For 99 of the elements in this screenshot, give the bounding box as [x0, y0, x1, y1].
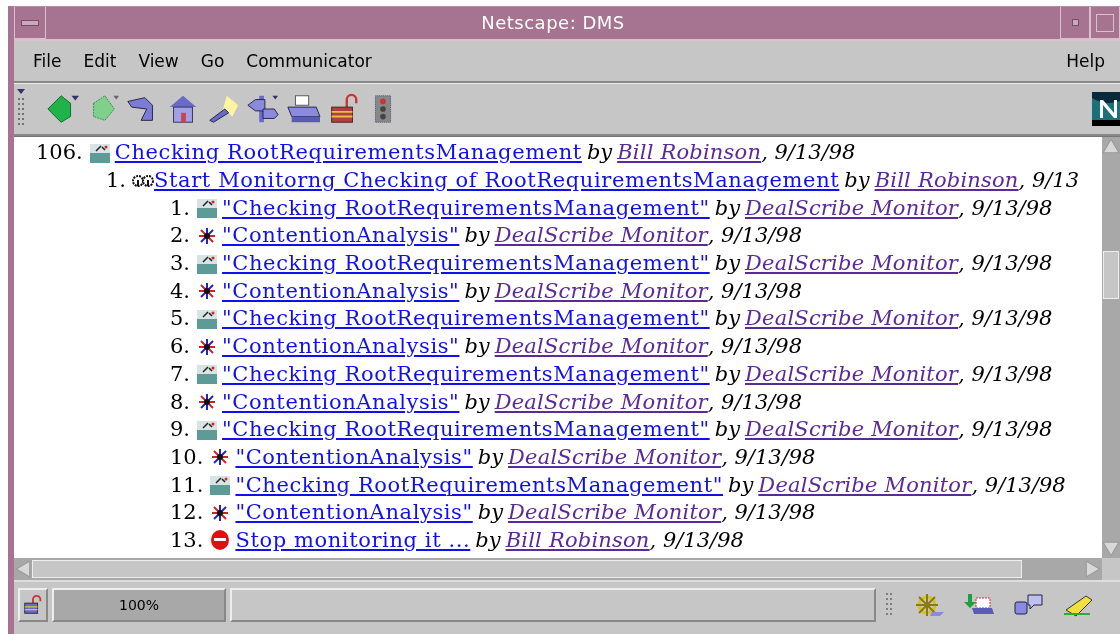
author-link[interactable]: Bill Robinson	[505, 526, 650, 554]
by-label: by	[714, 194, 740, 222]
item-number: 9.	[170, 416, 191, 444]
item-number: 3.	[170, 250, 191, 278]
by-label: by	[464, 277, 490, 305]
message-link[interactable]: "Checking RootRequirementsManagement"	[222, 194, 710, 222]
item-number: 5.	[170, 305, 191, 333]
by-label: by	[477, 443, 504, 471]
item-number: 1.	[170, 194, 191, 222]
author-link[interactable]: DealScribe Monitor	[508, 499, 722, 527]
message-date: , 9/13/98	[958, 194, 1053, 222]
author-link[interactable]: DealScribe Monitor	[494, 388, 708, 416]
by-label: by	[844, 167, 870, 195]
author-link[interactable]: DealScribe Monitor	[494, 333, 708, 361]
message-link[interactable]: Checking RootRequirementsManagement	[114, 139, 582, 167]
item-number: 2.	[170, 222, 191, 250]
item-number: 11.	[170, 471, 204, 499]
message-date: , 9/13/98	[958, 360, 1053, 388]
item-number: 8.	[170, 388, 191, 416]
item-number: 6.	[170, 333, 191, 361]
padlock-icon	[22, 594, 44, 616]
security-button[interactable]	[18, 588, 48, 622]
author-link[interactable]: DealScribe Monitor	[494, 222, 708, 250]
message-date: , 9/13/98	[958, 416, 1053, 444]
message-date: , 9/13/98	[971, 471, 1066, 499]
menu-item[interactable]: Help	[1055, 51, 1116, 71]
message-link[interactable]: "Checking RootRequirementsManagement"	[235, 471, 724, 499]
author-link[interactable]: DealScribe Monitor	[508, 443, 722, 471]
window-menu-button[interactable]	[14, 7, 46, 39]
author-link[interactable]: Bill Robinson	[874, 167, 1019, 195]
message-date: , 9/13/98	[721, 499, 816, 527]
author-link[interactable]: DealScribe Monitor	[745, 360, 959, 388]
scroll-thumb[interactable]	[1103, 251, 1119, 299]
author-link[interactable]: DealScribe Monitor	[745, 250, 959, 278]
item-number: 4.	[170, 277, 191, 305]
message-link[interactable]: "ContentionAnalysis"	[222, 222, 460, 250]
by-label: by	[714, 416, 740, 444]
netscape-logo[interactable]	[1092, 92, 1120, 126]
by-label: by	[728, 471, 754, 499]
menu-item[interactable]: Go	[189, 51, 236, 71]
gauge-icon	[196, 363, 219, 386]
item-number: 1.	[106, 167, 127, 195]
message-link[interactable]: "Checking RootRequirementsManagement"	[222, 250, 710, 278]
message-link[interactable]: "ContentionAnalysis"	[222, 388, 460, 416]
message-link[interactable]: "ContentionAnalysis"	[222, 333, 460, 361]
by-label: by	[475, 526, 501, 554]
minimize-button[interactable]	[1060, 7, 1090, 39]
by-label: by	[714, 360, 740, 388]
by-label: by	[464, 388, 490, 416]
scroll-thumb[interactable]	[32, 560, 1022, 578]
message-link[interactable]: "Checking RootRequirementsManagement"	[222, 360, 710, 388]
author-link[interactable]: DealScribe Monitor	[745, 194, 959, 222]
by-label: by	[714, 250, 740, 278]
horizontal-scrollbar[interactable]	[14, 558, 1120, 580]
message-date: , 9/13/98	[721, 443, 816, 471]
menu-item[interactable]: Communicator	[235, 51, 383, 71]
by-label: by	[714, 305, 740, 333]
item-number: 106.	[36, 139, 83, 167]
message-link[interactable]: "ContentionAnalysis"	[235, 499, 473, 527]
message-date: , 9/13/98	[649, 526, 744, 554]
message-date: , 9/13/98	[958, 250, 1053, 278]
window-title: Netscape: DMS	[480, 11, 626, 35]
stop-icon	[209, 529, 232, 552]
message-link[interactable]: "Checking RootRequirementsManagement"	[222, 305, 710, 333]
menu-item[interactable]: File	[22, 51, 73, 71]
by-label: by	[464, 333, 490, 361]
menu-item[interactable]: Edit	[72, 51, 128, 71]
by-label: by	[586, 139, 613, 167]
item-number: 7.	[170, 360, 191, 388]
author-link[interactable]: DealScribe Monitor	[745, 305, 959, 333]
menu-item[interactable]: View	[127, 51, 190, 71]
chat-bubbles-icon[interactable]	[1012, 592, 1046, 618]
gauge-icon	[196, 252, 219, 275]
item-number: 12.	[170, 499, 204, 527]
message-link[interactable]: Stop monitoring it ...	[235, 526, 471, 554]
by-label: by	[464, 222, 490, 250]
progress-field: 100%	[52, 588, 226, 622]
message-link[interactable]: "ContentionAnalysis"	[235, 443, 473, 471]
message-date: , 9/13/98	[958, 305, 1053, 333]
message-link[interactable]: "ContentionAnalysis"	[222, 277, 460, 305]
by-label: by	[477, 499, 504, 527]
scrollbar-corner	[1102, 558, 1120, 580]
author-link[interactable]: DealScribe Monitor	[745, 416, 959, 444]
message-date: , 9/13/98	[761, 139, 856, 167]
gauge-icon	[196, 307, 219, 330]
gauge-icon	[209, 474, 232, 497]
author-link[interactable]: DealScribe Monitor	[494, 277, 708, 305]
author-link[interactable]: DealScribe Monitor	[758, 471, 972, 499]
gauge-icon	[88, 141, 111, 164]
gauge-icon	[196, 418, 219, 441]
vertical-scrollbar[interactable]	[1102, 136, 1120, 558]
message-link[interactable]: Start Monitorng Checking of RootRequirementsManagement	[154, 167, 840, 195]
item-number: 13.	[170, 526, 204, 554]
maximize-button[interactable]	[1090, 7, 1120, 39]
message-date: , 9/13	[1018, 167, 1080, 195]
author-link[interactable]: Bill Robinson	[617, 139, 762, 167]
item-number: 10.	[170, 443, 204, 471]
gauge-icon	[196, 197, 219, 220]
message-link[interactable]: "Checking RootRequirementsManagement"	[222, 416, 710, 444]
